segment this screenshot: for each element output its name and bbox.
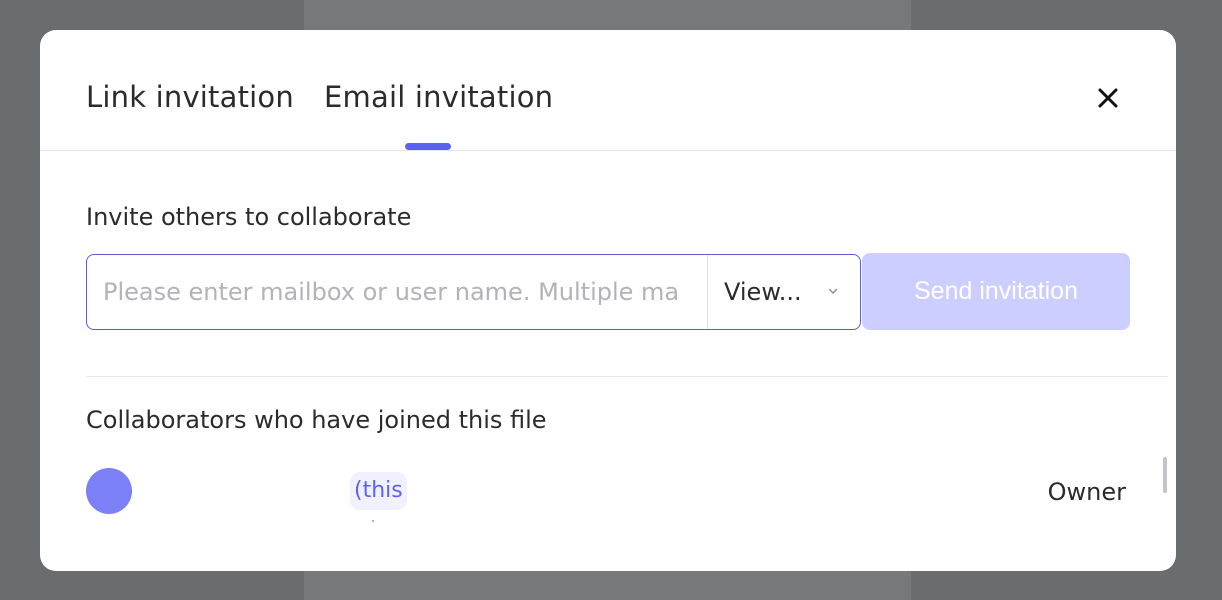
self-tag-overflow-dot	[372, 520, 374, 522]
tab-link-invitation[interactable]: Link invitation	[86, 80, 294, 114]
collaborator-role: Owner	[1047, 478, 1126, 506]
self-tag: (this	[350, 472, 407, 510]
invite-dialog: Link invitation Email invitation Invite …	[40, 30, 1176, 571]
section-divider	[86, 376, 1168, 377]
invite-input-group: View...	[86, 254, 861, 330]
chevron-down-icon	[828, 288, 838, 294]
close-button[interactable]	[1091, 81, 1125, 115]
scrollbar[interactable]	[1163, 457, 1167, 493]
send-invitation-button[interactable]: Send invitation	[862, 253, 1130, 330]
tab-email-invitation[interactable]: Email invitation	[324, 80, 553, 114]
active-tab-indicator	[405, 143, 451, 150]
permission-select-value: View...	[724, 278, 802, 306]
invite-section-title: Invite others to collaborate	[86, 203, 412, 231]
close-icon	[1098, 88, 1118, 108]
permission-select[interactable]: View...	[707, 255, 860, 329]
avatar	[86, 468, 132, 514]
collaborator-row: (this Owner	[86, 468, 1136, 522]
collaborators-section-title: Collaborators who have joined this file	[86, 406, 547, 434]
email-input[interactable]	[87, 255, 707, 329]
tab-bar: Link invitation Email invitation	[40, 30, 1176, 151]
